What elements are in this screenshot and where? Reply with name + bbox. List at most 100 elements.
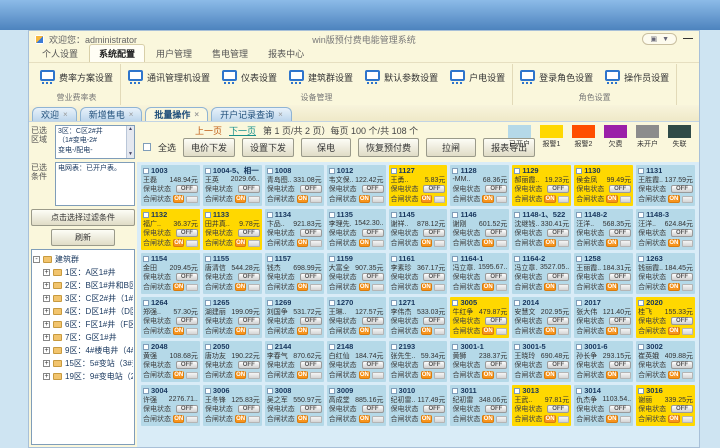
meter-card[interactable]: 1258王丽霞..184.31元保电状态OFF合闸状态ON (574, 253, 633, 294)
meter-card[interactable]: 1264郑强..57.30元保电状态OFF合闸状态ON (141, 297, 200, 338)
on-button[interactable]: ON (482, 327, 493, 335)
on-button[interactable]: ON (668, 371, 679, 379)
select-all-checkbox[interactable] (143, 143, 151, 151)
off-button[interactable]: OFF (238, 229, 260, 237)
meter-card[interactable]: 1164-1冯立章..1595.67..保电状态OFF合闸状态ON (450, 253, 509, 294)
card-checkbox[interactable] (329, 168, 335, 174)
card-checkbox[interactable] (514, 168, 520, 174)
off-button[interactable]: OFF (547, 229, 569, 237)
meter-card[interactable]: 3016谢丽339.25元保电状态OFF合闸状态ON (636, 385, 695, 426)
on-button[interactable]: ON (173, 239, 184, 247)
card-checkbox[interactable] (638, 168, 644, 174)
card-checkbox[interactable] (391, 388, 397, 394)
meter-card[interactable]: 1145谢祥..878.12元保电状态OFF合闸状态ON (389, 209, 448, 250)
card-checkbox[interactable] (514, 256, 520, 262)
on-button[interactable]: ON (359, 371, 370, 379)
card-checkbox[interactable] (391, 212, 397, 218)
tree-root[interactable]: -建筑群 (33, 254, 133, 265)
on-button[interactable]: ON (235, 371, 246, 379)
card-checkbox[interactable] (267, 300, 273, 306)
card-checkbox[interactable] (143, 344, 149, 350)
choose-filter-button[interactable]: 点击选择过滤条件 (31, 209, 135, 226)
meter-card[interactable]: 3001-1黄狮238.37元保电状态OFF合闸状态ON (450, 341, 509, 382)
off-button[interactable]: OFF (362, 229, 384, 237)
card-checkbox[interactable] (514, 388, 520, 394)
meter-card[interactable]: 1004-5、相一王英2029.66..保电状态OFF合闸状态ON (203, 165, 262, 206)
collapse-expander-icon[interactable]: - (33, 256, 40, 263)
off-button[interactable]: OFF (671, 229, 693, 237)
meter-card[interactable]: 3013王武..97.81元保电状态OFF合闸状态ON (512, 385, 571, 426)
meter-card[interactable]: 1154金田209.45元保电状态OFF合闸状态ON (141, 253, 200, 294)
off-button[interactable]: OFF (362, 317, 384, 325)
card-checkbox[interactable] (638, 212, 644, 218)
on-button[interactable]: ON (668, 283, 679, 291)
prev-page-link[interactable]: 上一页 (195, 124, 222, 137)
on-button[interactable]: ON (359, 283, 370, 291)
on-button[interactable]: ON (359, 327, 370, 335)
collapse-icon[interactable]: ▣ (650, 35, 657, 43)
ribbon-button[interactable]: 户电设置 (450, 70, 505, 85)
on-button[interactable]: ON (297, 195, 308, 203)
meter-card[interactable]: 2017张大伟121.40元保电状态OFF合闸状态ON (574, 297, 633, 338)
off-button[interactable]: OFF (362, 273, 384, 281)
off-button[interactable]: OFF (485, 317, 507, 325)
meter-card[interactable]: 2048黄强108.68元保电状态OFF合闸状态ON (141, 341, 200, 382)
off-button[interactable]: OFF (609, 229, 631, 237)
ribbon-button[interactable]: 默认参数设置 (365, 70, 438, 85)
expand-icon[interactable]: + (43, 295, 50, 302)
off-button[interactable]: OFF (176, 405, 198, 413)
off-button[interactable]: OFF (423, 405, 445, 413)
close-icon[interactable]: × (63, 110, 68, 119)
off-button[interactable]: OFF (547, 361, 569, 369)
listbox-scrollbar[interactable]: ▲ ▼ (126, 126, 134, 158)
off-button[interactable]: OFF (485, 361, 507, 369)
toolbar-button[interactable]: 设置下发 (242, 138, 294, 157)
card-checkbox[interactable] (391, 256, 397, 262)
off-button[interactable]: OFF (176, 229, 198, 237)
card-checkbox[interactable] (452, 212, 458, 218)
on-button[interactable]: ON (173, 327, 184, 335)
refresh-button[interactable]: 刷新 (51, 229, 115, 246)
on-button[interactable]: ON (482, 371, 493, 379)
card-checkbox[interactable] (452, 388, 458, 394)
expand-icon[interactable]: + (43, 334, 50, 341)
expand-icon[interactable]: + (43, 373, 50, 380)
card-checkbox[interactable] (452, 168, 458, 174)
on-button[interactable]: ON (544, 415, 555, 423)
card-checkbox[interactable] (267, 344, 273, 350)
card-checkbox[interactable] (576, 300, 582, 306)
meter-card[interactable]: 1155唐清信544.28元保电状态OFF合闸状态ON (203, 253, 262, 294)
card-checkbox[interactable] (267, 168, 273, 174)
expand-icon[interactable]: + (43, 308, 50, 315)
card-checkbox[interactable] (205, 256, 211, 262)
on-button[interactable]: ON (297, 283, 308, 291)
tree-item[interactable]: +3区：C区2#井（1#变… (43, 293, 133, 304)
meter-card[interactable]: 1133田井真..9.78元保电状态OFF合闸状态ON (203, 209, 262, 250)
tree-item[interactable]: +6区：F区1#井（F区1#… (43, 319, 133, 330)
tree-item[interactable]: +7区：G区1#井 (43, 332, 133, 343)
off-button[interactable]: OFF (423, 185, 445, 193)
meter-card[interactable]: 2144李春气870.62元保电状态OFF合闸状态ON (265, 341, 324, 382)
card-checkbox[interactable] (638, 344, 644, 350)
meter-card[interactable]: 1269刘国争531.72元保电状态OFF合闸状态ON (265, 297, 324, 338)
expand-icon[interactable]: + (43, 282, 50, 289)
on-button[interactable]: ON (544, 195, 555, 203)
on-button[interactable]: ON (359, 415, 370, 423)
on-button[interactable]: ON (173, 195, 184, 203)
meter-card[interactable]: 1008青岛图..331.08元保电状态OFF合闸状态ON (265, 165, 324, 206)
off-button[interactable]: OFF (547, 405, 569, 413)
off-button[interactable]: OFF (609, 185, 631, 193)
chevron-down-icon[interactable]: ▼ (662, 36, 669, 43)
card-checkbox[interactable] (143, 212, 149, 218)
off-button[interactable]: OFF (300, 229, 322, 237)
on-button[interactable]: ON (544, 239, 555, 247)
meter-card[interactable]: 1148-3汪洋..624.84元保电状态OFF合闸状态ON (636, 209, 695, 250)
off-button[interactable]: OFF (485, 405, 507, 413)
toolbar-button[interactable]: 电价下发 (183, 138, 235, 157)
off-button[interactable]: OFF (423, 361, 445, 369)
on-button[interactable]: ON (235, 415, 246, 423)
card-checkbox[interactable] (205, 300, 211, 306)
off-button[interactable]: OFF (671, 317, 693, 325)
meter-card[interactable]: 1161李素珍367.17元保电状态OFF合闸状态ON (389, 253, 448, 294)
card-checkbox[interactable] (514, 344, 520, 350)
